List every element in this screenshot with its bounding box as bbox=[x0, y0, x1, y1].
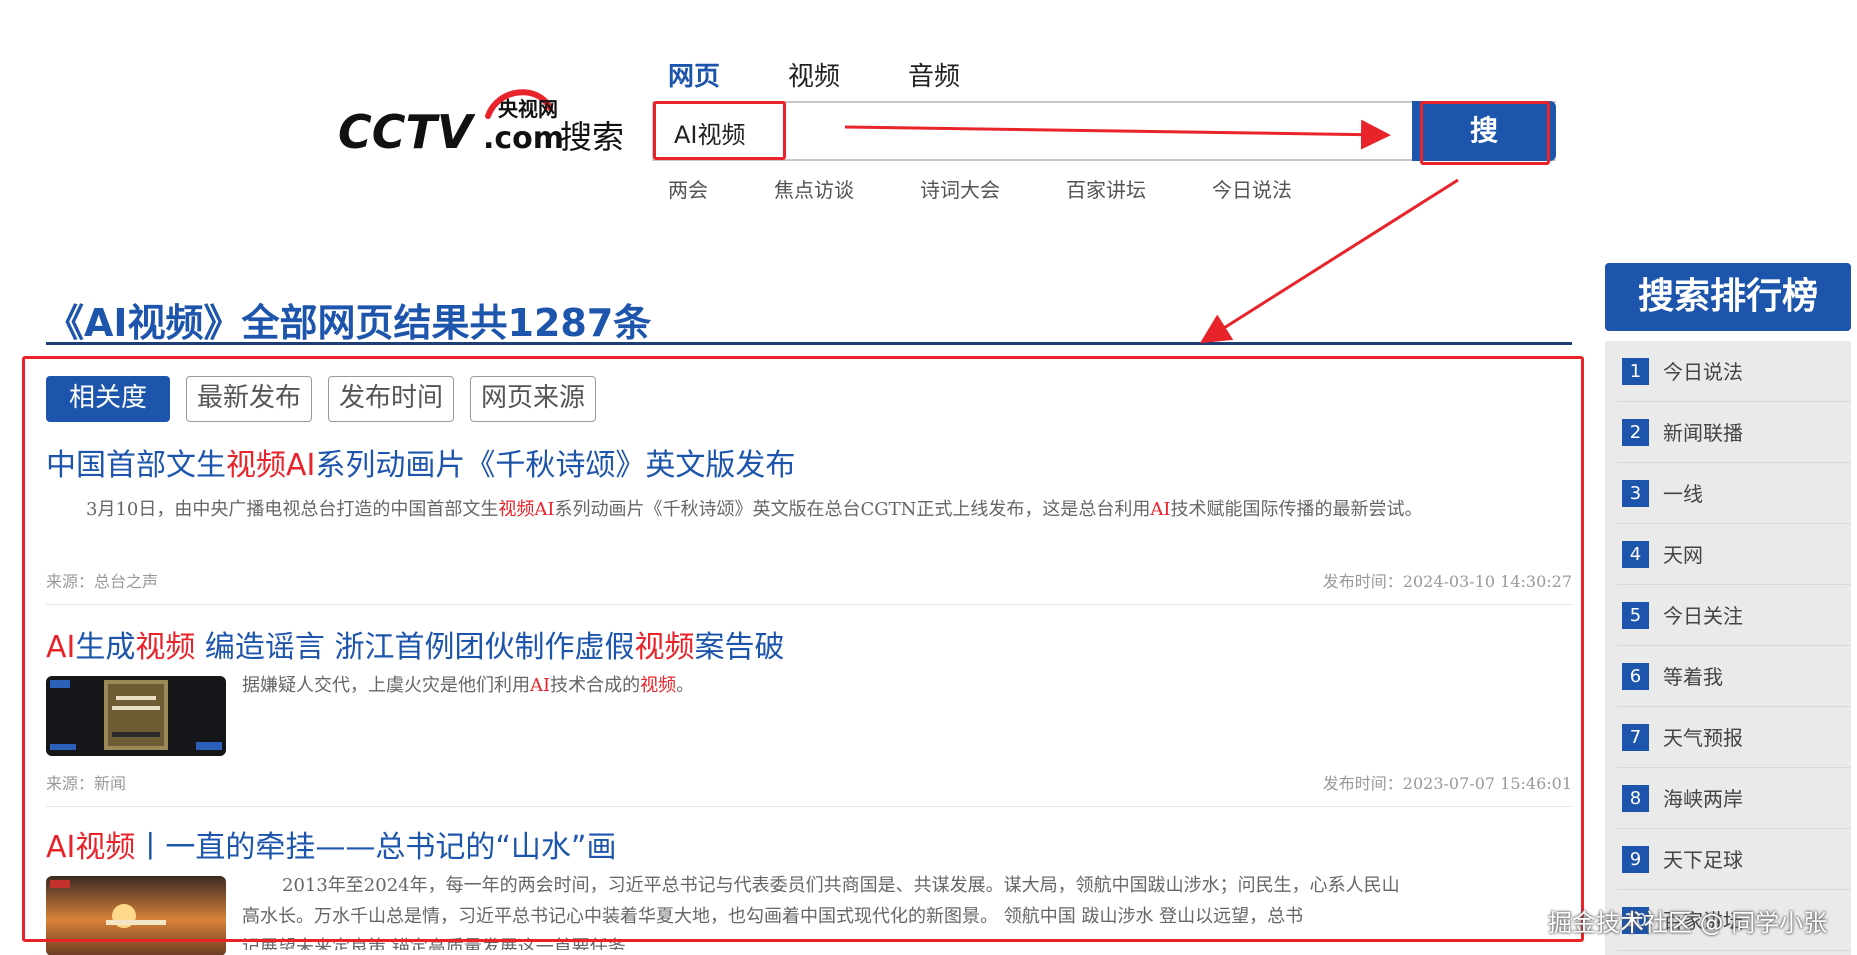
rank-number: 3 bbox=[1622, 480, 1649, 507]
logo-com-text: .com bbox=[483, 121, 564, 156]
rank-number: 9 bbox=[1622, 846, 1649, 873]
watermark: 掘金技术社区 @ 同学小张 bbox=[1548, 909, 1828, 937]
rank-number: 1 bbox=[1622, 358, 1649, 385]
tab-audio[interactable]: 音频 bbox=[908, 56, 960, 93]
annotation-box-query bbox=[653, 101, 786, 160]
rank-number: 7 bbox=[1622, 724, 1649, 751]
rank-label[interactable]: 天气预报 bbox=[1663, 722, 1743, 751]
ranking-item[interactable]: 6 等着我 bbox=[1605, 646, 1851, 707]
ranking-item[interactable]: 7 天气预报 bbox=[1605, 707, 1851, 768]
logo-cn-text: 央视网 bbox=[498, 97, 558, 121]
cctv-logo[interactable]: CCTV .com 央视网 搜索 bbox=[338, 86, 638, 156]
search-type-tabs: 网页 视频 音频 bbox=[668, 56, 960, 93]
cctv-logo-graphic: CCTV .com 央视网 搜索 bbox=[338, 89, 624, 156]
ranking-title: 搜索排行榜 bbox=[1605, 263, 1851, 331]
annotation-box-results bbox=[22, 356, 1584, 942]
ranking-item[interactable]: 5 今日关注 bbox=[1605, 585, 1851, 646]
tab-web[interactable]: 网页 bbox=[668, 56, 720, 93]
annotation-box-search-button bbox=[1420, 101, 1550, 165]
rank-label[interactable]: 一线 bbox=[1663, 478, 1703, 507]
rank-label[interactable]: 今日关注 bbox=[1663, 600, 1743, 629]
ranking-item[interactable]: 9 天下足球 bbox=[1605, 829, 1851, 890]
logo-cctv-text: CCTV bbox=[338, 105, 476, 156]
tab-video[interactable]: 视频 bbox=[788, 56, 840, 93]
rank-label[interactable]: 海峡两岸 bbox=[1663, 783, 1743, 812]
hot-word-link[interactable]: 焦点访谈 bbox=[774, 174, 854, 203]
rank-number: 6 bbox=[1622, 663, 1649, 690]
ranking-item[interactable]: 4 天网 bbox=[1605, 524, 1851, 585]
rank-label[interactable]: 天下足球 bbox=[1663, 844, 1743, 873]
rank-number: 8 bbox=[1622, 785, 1649, 812]
ranking-item[interactable]: 2 新闻联播 bbox=[1605, 402, 1851, 463]
hot-word-link[interactable]: 两会 bbox=[668, 174, 708, 203]
hot-words: 两会 焦点访谈 诗词大会 百家讲坛 今日说法 bbox=[668, 174, 1358, 203]
ranking-item[interactable]: 1 今日说法 bbox=[1605, 341, 1851, 402]
hot-word-link[interactable]: 诗词大会 bbox=[920, 174, 1000, 203]
rank-label[interactable]: 天网 bbox=[1663, 539, 1703, 568]
rank-number: 5 bbox=[1622, 602, 1649, 629]
ranking-list: 1 今日说法 2 新闻联播 3 一线 4 天网 5 今日关注 6 等着我 7 天气预报 8 海峡… bbox=[1605, 341, 1851, 955]
ranking-item[interactable]: 3 一线 bbox=[1605, 463, 1851, 524]
rank-number: 2 bbox=[1622, 419, 1649, 446]
logo-search-text: 搜索 bbox=[560, 118, 624, 156]
rank-label[interactable]: 今日说法 bbox=[1663, 356, 1743, 385]
results-heading: 《AI视频》全部网页结果共1287条 bbox=[46, 301, 652, 345]
ranking-item[interactable]: 8 海峡两岸 bbox=[1605, 768, 1851, 829]
rank-label[interactable]: 新闻联播 bbox=[1663, 417, 1743, 446]
hot-word-link[interactable]: 百家讲坛 bbox=[1066, 174, 1146, 203]
rank-number: 4 bbox=[1622, 541, 1649, 568]
rank-label[interactable]: 等着我 bbox=[1663, 661, 1723, 690]
hot-word-link[interactable]: 今日说法 bbox=[1212, 174, 1292, 203]
arrow-button-to-results bbox=[1199, 178, 1459, 344]
rank-separator bbox=[1617, 950, 1851, 951]
heading-divider bbox=[46, 342, 1572, 345]
